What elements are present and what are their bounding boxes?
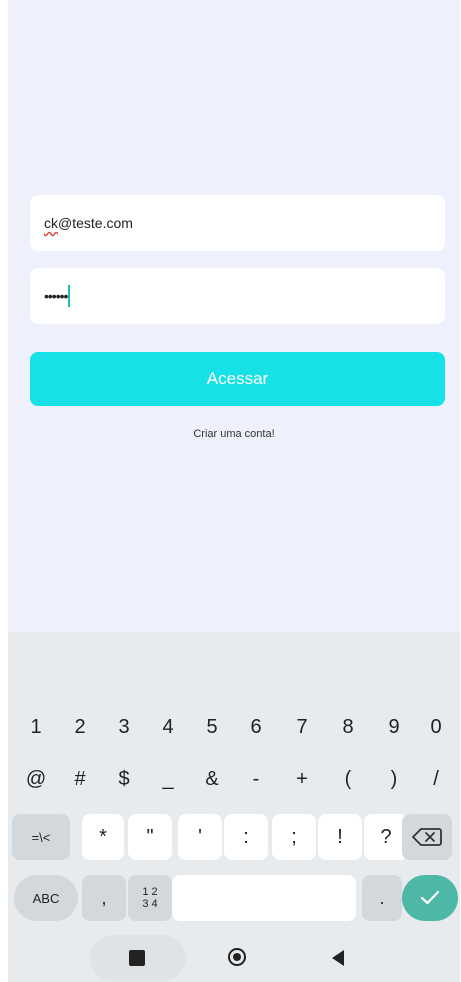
numpad-key[interactable]: 1 2 3 4 (128, 875, 172, 921)
numpad-key-top: 1 2 (142, 886, 158, 898)
system-navigation-bar (8, 935, 460, 982)
text-cursor (68, 285, 71, 307)
email-value-prefix: ck (44, 215, 58, 231)
key-slash[interactable]: / (416, 756, 456, 802)
key-7[interactable]: 7 (282, 704, 322, 750)
keyboard-punctuation-row: =\< * " ' : ; ! ? (8, 814, 460, 860)
key-double-quote[interactable]: " (128, 814, 172, 860)
key-open-paren[interactable]: ( (328, 756, 368, 802)
email-value: ck@teste.com (44, 215, 133, 231)
key-9[interactable]: 9 (374, 704, 414, 750)
key-minus[interactable]: - (236, 756, 276, 802)
key-1[interactable]: 1 (16, 704, 56, 750)
home-icon[interactable] (228, 948, 246, 966)
key-5[interactable]: 5 (192, 704, 232, 750)
keyboard-symbol-row: @ # $ _ & - + ( ) / (8, 756, 460, 802)
keyboard-bottom-row: ABC , 1 2 3 4 . (8, 875, 460, 921)
key-semicolon[interactable]: ; (272, 814, 316, 860)
keyboard-number-row: 1 2 3 4 5 6 7 8 9 0 (8, 704, 460, 750)
key-2[interactable]: 2 (60, 704, 100, 750)
key-period[interactable]: . (362, 875, 402, 921)
key-dollar[interactable]: $ (104, 756, 144, 802)
key-single-quote[interactable]: ' (178, 814, 222, 860)
key-6[interactable]: 6 (236, 704, 276, 750)
key-underscore[interactable]: _ (148, 756, 188, 802)
key-8[interactable]: 8 (328, 704, 368, 750)
key-4[interactable]: 4 (148, 704, 188, 750)
key-at[interactable]: @ (16, 756, 56, 802)
enter-key[interactable] (402, 875, 458, 921)
key-exclamation[interactable]: ! (318, 814, 362, 860)
login-screen: ck@teste.com •••••• Acessar Criar uma co… (8, 0, 460, 982)
backspace-icon (412, 828, 442, 846)
home-icon-dot (233, 953, 241, 961)
key-colon[interactable]: : (224, 814, 268, 860)
key-asterisk[interactable]: * (82, 814, 124, 860)
key-3[interactable]: 3 (104, 704, 144, 750)
email-field[interactable]: ck@teste.com (30, 195, 445, 251)
password-value: •••••• (44, 288, 68, 304)
key-comma[interactable]: , (82, 875, 126, 921)
recents-icon[interactable] (129, 950, 145, 966)
login-button[interactable]: Acessar (30, 352, 445, 406)
email-value-suffix: @teste.com (58, 215, 133, 231)
space-bar[interactable] (172, 875, 356, 921)
key-ampersand[interactable]: & (192, 756, 232, 802)
soft-keyboard: 1 2 3 4 5 6 7 8 9 0 @ # $ _ & - + ( ) / … (8, 632, 460, 982)
checkmark-icon (420, 890, 440, 905)
key-plus[interactable]: + (282, 756, 322, 802)
key-0[interactable]: 0 (416, 704, 456, 750)
abc-key[interactable]: ABC (14, 875, 78, 921)
backspace-key[interactable] (402, 814, 452, 860)
numpad-key-bottom: 3 4 (142, 898, 158, 910)
key-close-paren[interactable]: ) (374, 756, 414, 802)
back-icon[interactable] (330, 949, 346, 967)
create-account-link[interactable]: Criar uma conta! (8, 428, 460, 440)
key-more-symbols[interactable]: =\< (12, 814, 70, 860)
key-hash[interactable]: # (60, 756, 100, 802)
password-field[interactable]: •••••• (30, 268, 445, 324)
